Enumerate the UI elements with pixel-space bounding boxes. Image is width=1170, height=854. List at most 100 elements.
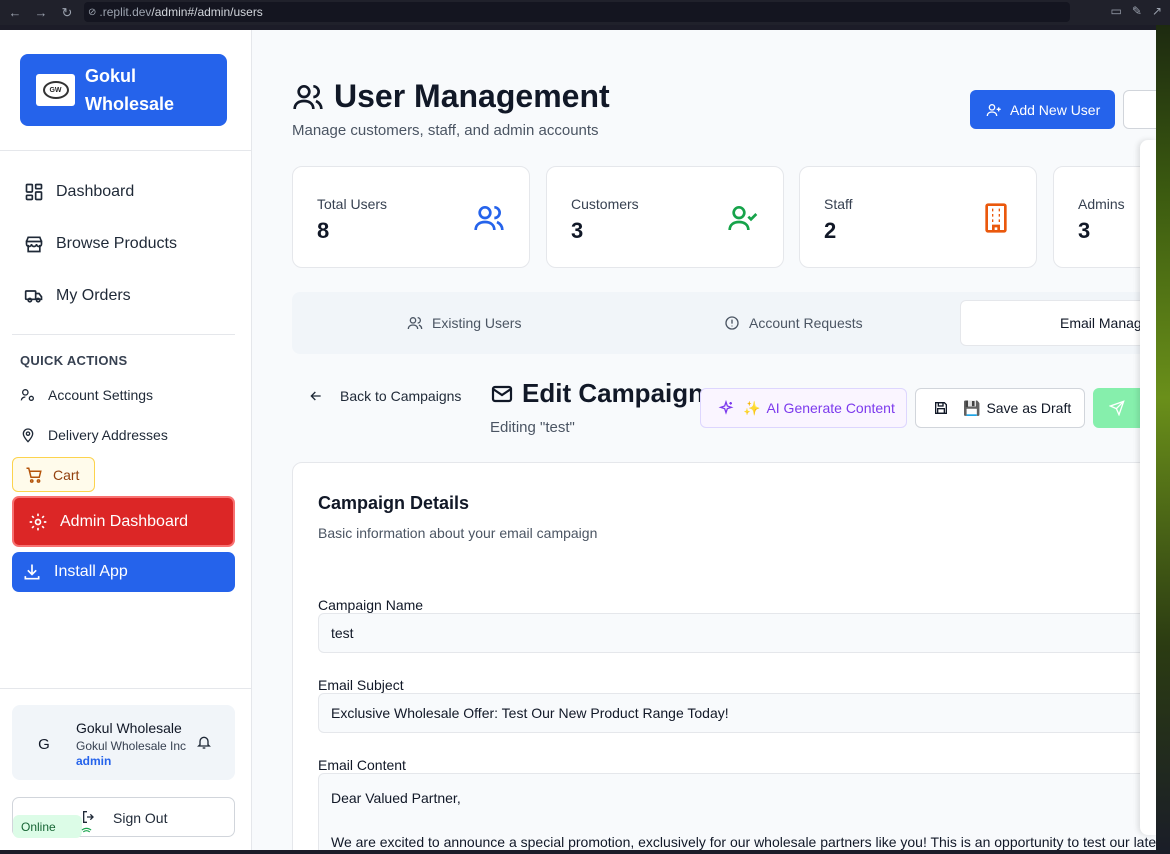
desktop-background-strip [1156, 25, 1170, 854]
log-out-icon [83, 811, 94, 823]
sidebar-item-my-orders[interactable]: My Orders [24, 286, 131, 306]
sidebar: GW Gokul Wholesale Dashboard Browse Prod… [0, 30, 252, 850]
quick-action-account-settings[interactable]: Account Settings [20, 387, 153, 403]
sign-out-label: Sign Out [113, 810, 168, 826]
tools-icon[interactable]: ✎ [1132, 4, 1142, 18]
wifi-icon [81, 827, 92, 833]
reload-icon[interactable]: ↻ [60, 5, 74, 21]
sidebar-divider [12, 334, 235, 335]
dashboard-icon [25, 183, 43, 201]
tab-list: Existing Users Account Requests Email Ma… [292, 292, 1156, 354]
back-label: Back to Campaigns [340, 388, 462, 404]
sidebar-item-label: Dashboard [56, 183, 135, 200]
app-window: GW Gokul Wholesale Dashboard Browse Prod… [0, 30, 1156, 850]
sparkles-icon [718, 400, 734, 415]
email-subject-label: Email Subject [318, 677, 404, 693]
campaign-name-input[interactable]: test [318, 613, 1156, 653]
stat-value: 8 [317, 218, 330, 243]
truck-icon [24, 290, 43, 303]
floppy-disk-emoji-icon: 💾 [963, 399, 981, 416]
user-check-icon [728, 206, 758, 231]
user-cog-icon [20, 389, 34, 401]
stat-value: 2 [824, 218, 837, 243]
brand-name: Gokul Wholesale [85, 62, 195, 118]
quick-action-label: Account Settings [48, 387, 154, 403]
admin-dashboard-button[interactable]: Admin Dashboard [12, 496, 235, 547]
cart-label: Cart [53, 466, 80, 483]
install-app-button[interactable]: Install App [12, 552, 235, 592]
user-name: Gokul Wholesale [76, 720, 182, 736]
users-icon [293, 84, 323, 109]
stat-value: 3 [1078, 218, 1091, 243]
tab-existing-users[interactable]: Existing Users [407, 300, 521, 346]
forward-arrow-icon[interactable]: → [34, 5, 48, 20]
stat-label: Total Users [317, 196, 388, 212]
main-content: User Management Manage customers, staff,… [252, 30, 1156, 850]
add-new-user-label: Add New User [1010, 101, 1101, 118]
user-organization: Gokul Wholesale Inc [76, 739, 187, 753]
stat-label: Staff [824, 196, 853, 212]
site-info-icon[interactable]: ⊘ [88, 7, 96, 18]
sidebar-item-dashboard[interactable]: Dashboard [24, 182, 134, 202]
alert-circle-icon [725, 316, 739, 330]
ai-generate-content-button[interactable]: ✨ AI Generate Content [700, 388, 907, 428]
campaign-name-label: Campaign Name [318, 597, 424, 613]
sidebar-item-label: My Orders [56, 287, 131, 304]
page-subtitle: Manage customers, staff, and admin accou… [292, 122, 599, 139]
side-panel-edge [1140, 140, 1156, 835]
brand-logo-icon: GW [36, 74, 75, 106]
tab-account-requests[interactable]: Account Requests [724, 300, 863, 346]
cast-icon[interactable]: ▭ [1111, 4, 1122, 18]
brand-logo-block[interactable]: GW Gokul Wholesale [20, 54, 227, 126]
tab-label: Existing Users [432, 315, 522, 331]
arrow-left-icon [310, 391, 321, 401]
edit-campaign-title-text: Edit Campaign [522, 378, 705, 408]
avatar: G [38, 735, 50, 753]
stat-label: Admins [1078, 196, 1125, 212]
sidebar-divider [0, 688, 251, 689]
email-subject-input[interactable]: Exclusive Wholesale Offer: Test Our New … [318, 693, 1156, 733]
tab-email-management[interactable]: Email Management [960, 300, 1156, 346]
send-icon [1109, 400, 1125, 416]
sparkle-emoji-icon: ✨ [743, 399, 761, 416]
edit-campaign-subtitle: Editing "test" [490, 419, 575, 436]
sidebar-item-browse-products[interactable]: Browse Products [24, 234, 177, 254]
refresh-button[interactable] [1123, 90, 1156, 129]
add-new-user-button[interactable]: Add New User [970, 90, 1115, 129]
quick-action-delivery-addresses[interactable]: Delivery Addresses [20, 427, 168, 443]
email-content-label: Email Content [318, 757, 406, 773]
address-bar[interactable]: ⊘ .replit.dev /admin#/admin/users [84, 2, 1070, 22]
users-icon [407, 317, 423, 330]
card-title: Campaign Details [318, 493, 470, 513]
page-title-text: User Management [334, 78, 610, 114]
save-as-draft-label: Save as Draft [986, 400, 1072, 416]
install-app-label: Install App [54, 563, 128, 580]
stat-card-total-users: Total Users 8 [292, 166, 530, 268]
email-content-textarea[interactable]: Dear Valued Partner, We are excited to a… [318, 773, 1156, 850]
sidebar-divider [0, 150, 251, 151]
page-title: User Management [292, 78, 610, 115]
online-status-label: Online [21, 819, 56, 834]
map-pin-icon [22, 428, 34, 443]
edit-campaign-title: Edit Campaign [490, 378, 704, 409]
quick-action-label: Delivery Addresses [48, 427, 168, 443]
building-icon [985, 203, 1007, 233]
cart-button[interactable]: Cart [12, 457, 95, 492]
sign-out-button[interactable]: Online Sign Out [12, 797, 235, 838]
brand-name-line1: Gokul [85, 66, 137, 86]
download-icon [24, 564, 40, 580]
bell-icon[interactable] [196, 734, 212, 750]
user-profile-card[interactable]: G Gokul Wholesale Gokul Wholesale Inc ad… [12, 705, 235, 780]
brand-name-line2: Wholesale [85, 94, 175, 114]
url-host: .replit.dev [99, 5, 152, 19]
store-icon [25, 236, 43, 253]
mail-icon [491, 385, 513, 402]
save-as-draft-button[interactable]: 💾 Save as Draft [915, 388, 1085, 428]
stat-value: 3 [571, 218, 584, 243]
open-external-icon[interactable]: ↗ [1152, 4, 1162, 18]
back-arrow-icon[interactable]: ← [8, 5, 22, 20]
user-role: admin [76, 754, 112, 768]
stat-label: Customers [571, 196, 639, 212]
back-to-campaigns-button[interactable]: Back to Campaigns [308, 388, 461, 404]
users-icon [474, 206, 504, 231]
